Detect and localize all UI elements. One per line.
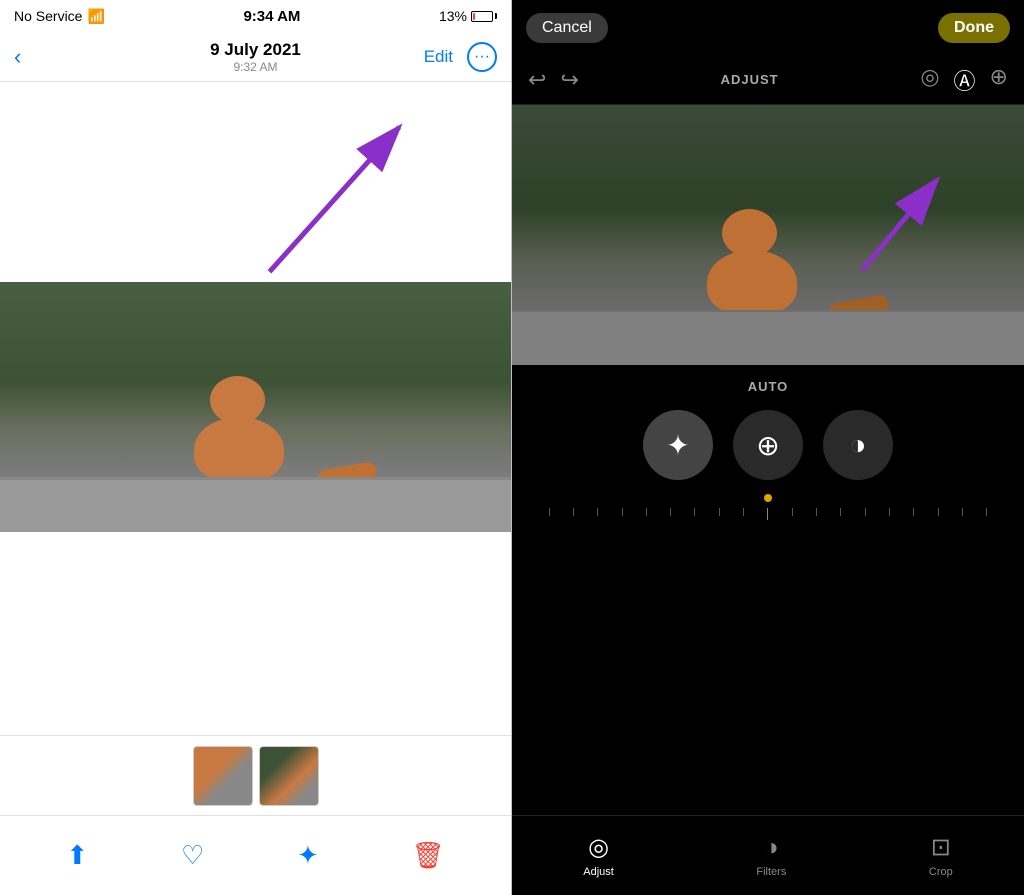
cat-photo-right [512,105,1024,365]
share-button[interactable]: ⬆ [66,840,88,871]
edit-button[interactable]: Edit [424,47,453,67]
cat-scene-right [512,105,1024,365]
edit-toolbar-left: ↩ ↪ [528,67,579,93]
more-options-button[interactable]: ⊕ [990,64,1008,96]
thumbnail-1[interactable] [193,746,253,806]
cat-body-left [194,417,284,482]
adjust-tab-label: Adjust [583,866,614,878]
tutorial-arrow-left [0,92,511,292]
sparkle-button[interactable]: ✦ [297,840,319,871]
tick [597,508,598,516]
battery-icon [471,11,497,22]
photo-area [0,82,511,735]
right-panel: Cancel Done ↩ ↪ ADJUST ◎ Ⓐ ⊕ [512,0,1024,895]
hide-original-button[interactable]: ◎ [920,64,939,96]
tick [646,508,647,516]
nav-title: 9 July 2021 9:32 AM [210,40,301,74]
tick [962,508,963,516]
cat-photo-left [0,282,511,532]
crop-tab-label: Crop [929,866,953,878]
auto-label: AUTO [748,379,789,394]
redo-button[interactable]: ↪ [560,67,578,93]
more-button[interactable]: ··· [467,42,497,72]
thumbnail-bar [0,735,511,815]
back-button[interactable]: ‹ [14,44,21,70]
battery-percent: 13% [439,8,467,24]
status-carrier: No Service 📶 [14,8,105,25]
tick [573,508,574,516]
tick [670,508,671,516]
status-battery-group: 13% [439,8,497,24]
right-photo-wrapper [512,105,1024,365]
nav-actions: Edit ··· [424,42,497,72]
nav-date: 9 July 2021 [210,40,301,60]
ledge-right [512,310,1024,365]
status-bar: No Service 📶 9:34 AM 13% [0,0,511,32]
nav-photo-time: 9:32 AM [210,60,301,74]
tab-filters[interactable]: ◑ Filters [756,834,786,878]
ledge-left [0,477,511,532]
white-space-bottom [0,532,511,735]
crop-icon: ⊡ [931,833,951,862]
trash-button[interactable]: 🗑 [412,840,445,871]
thumbnail-2[interactable] [259,746,319,806]
tick [938,508,939,516]
tick [986,508,987,516]
adjust-icon: ◎ [588,833,609,862]
slider-indicator [764,494,772,502]
auto-add-button[interactable]: ⊕ [733,410,803,480]
arrow-container-left [0,92,511,292]
tab-crop[interactable]: ⊡ Crop [929,833,953,878]
heart-button[interactable]: ♡ [181,840,204,871]
white-space-top [0,82,511,282]
tick [549,508,550,516]
slider-ticks [547,508,990,520]
edit-toolbar: ↩ ↪ ADJUST ◎ Ⓐ ⊕ [512,55,1024,105]
adjust-label: ADJUST [721,72,779,87]
edit-toolbar-right: ◎ Ⓐ ⊕ [920,64,1008,96]
bottom-edit-tabs: ◎ Adjust ◑ Filters ⊡ Crop [512,815,1024,895]
tick [889,508,890,516]
nav-bar: ‹ 9 July 2021 9:32 AM Edit ··· [0,32,511,82]
tick [694,508,695,516]
tick [792,508,793,516]
tick [622,508,623,516]
tick [913,508,914,516]
auto-section: AUTO ✦ ⊕ ◑ [512,365,1024,532]
tick [743,508,744,516]
cat-body-right [707,250,797,315]
slider-container[interactable] [512,508,1024,520]
left-panel: No Service 📶 9:34 AM 13% ‹ 9 July 2021 9… [0,0,512,895]
wifi-icon: 📶 [87,8,104,25]
auto-buttons: ✦ ⊕ ◑ [643,410,893,480]
tick [840,508,841,516]
cancel-button[interactable]: Cancel [526,13,608,43]
tab-adjust[interactable]: ◎ Adjust [583,833,614,878]
carrier-text: No Service [14,8,82,24]
bottom-toolbar-left: ⬆ ♡ ✦ 🗑 [0,815,511,895]
tick [816,508,817,516]
status-time: 9:34 AM [243,8,300,25]
edit-header: Cancel Done [512,0,1024,55]
auto-enhance-button[interactable]: Ⓐ [954,64,976,96]
tick [865,508,866,516]
undo-button[interactable]: ↩ [528,67,546,93]
auto-contrast-button[interactable]: ◑ [823,410,893,480]
filters-tab-label: Filters [756,866,786,878]
done-button[interactable]: Done [938,13,1010,43]
tick-center [767,508,768,520]
filters-icon: ◑ [764,834,779,862]
cat-scene-left [0,282,511,532]
auto-wand-button[interactable]: ✦ [643,410,713,480]
tick [719,508,720,516]
